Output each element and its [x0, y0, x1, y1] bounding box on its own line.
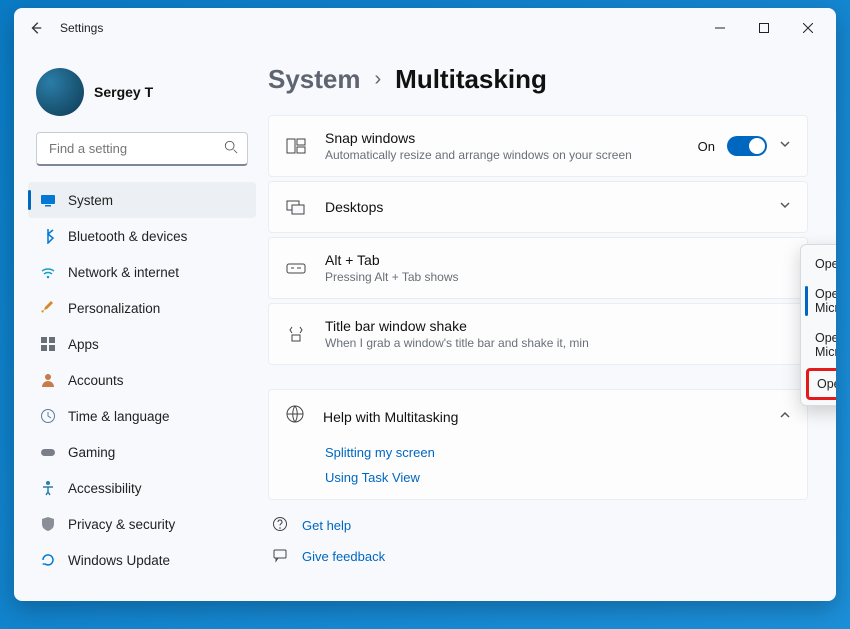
footer-links: Get help Give feedback	[268, 516, 808, 566]
help-link-split[interactable]: Splitting my screen	[325, 445, 791, 460]
row-label: Desktops	[325, 199, 779, 215]
alt-tab-dropdown: Open windows and all tabs in Microsoft E…	[800, 244, 836, 406]
sidebar-item-label: Apps	[68, 337, 99, 352]
window-controls	[698, 12, 830, 44]
row-label: Title bar window shake	[325, 318, 791, 334]
brush-icon	[40, 300, 56, 316]
chevron-down-icon	[779, 137, 791, 155]
sidebar-item-label: Privacy & security	[68, 517, 175, 532]
sidebar-item-label: Gaming	[68, 445, 115, 460]
sidebar-item-label: Windows Update	[68, 553, 170, 568]
nav-list: System Bluetooth & devices Network & int…	[28, 182, 256, 578]
desktops-icon	[285, 196, 307, 218]
accessibility-icon	[40, 480, 56, 496]
sidebar-item-label: Accounts	[68, 373, 124, 388]
sidebar-item-label: Time & language	[68, 409, 170, 424]
sidebar-item-time[interactable]: Time & language	[28, 398, 256, 434]
minimize-icon	[715, 23, 725, 33]
apps-icon	[40, 336, 56, 352]
row-label: Snap windows	[325, 130, 698, 146]
sidebar-item-privacy[interactable]: Privacy & security	[28, 506, 256, 542]
sidebar-item-accounts[interactable]: Accounts	[28, 362, 256, 398]
row-desc: When I grab a window's title bar and sha…	[325, 336, 791, 350]
search-icon	[224, 140, 238, 159]
arrow-left-icon	[29, 21, 43, 35]
sidebar-item-network[interactable]: Network & internet	[28, 254, 256, 290]
breadcrumb-parent[interactable]: System	[268, 64, 361, 95]
shield-icon	[40, 516, 56, 532]
titlebar: Settings	[14, 8, 836, 48]
chevron-right-icon: ›	[375, 68, 382, 91]
update-icon	[40, 552, 56, 568]
sidebar-item-label: Network & internet	[68, 265, 179, 280]
give-feedback-link[interactable]: Give feedback	[268, 547, 808, 566]
help-section: Help with Multitasking Splitting my scre…	[268, 389, 808, 500]
help-icon	[272, 516, 288, 535]
sidebar-item-system[interactable]: System	[28, 182, 256, 218]
window-title: Settings	[60, 21, 103, 35]
chevron-up-icon[interactable]	[779, 408, 791, 426]
system-icon	[40, 192, 56, 208]
row-title-bar-shake[interactable]: Title bar window shake When I grab a win…	[268, 303, 808, 365]
give-feedback-label: Give feedback	[302, 549, 385, 564]
person-icon	[40, 372, 56, 388]
content-area: Sergey T System Bluetooth & devices Netw…	[14, 48, 836, 601]
maximize-button[interactable]	[742, 12, 786, 44]
help-link-taskview[interactable]: Using Task View	[325, 470, 791, 485]
sidebar-item-label: Bluetooth & devices	[68, 229, 187, 244]
sidebar-item-label: Personalization	[68, 301, 160, 316]
row-alt-tab[interactable]: Alt + Tab Pressing Alt + Tab shows	[268, 237, 808, 299]
profile-name: Sergey T	[94, 84, 153, 100]
breadcrumb: System › Multitasking	[268, 64, 808, 95]
help-links: Splitting my screen Using Task View	[285, 445, 791, 485]
search-wrap	[36, 132, 248, 166]
profile-block[interactable]: Sergey T	[28, 58, 256, 132]
close-icon	[803, 23, 813, 33]
settings-window: Settings Sergey T System	[14, 8, 836, 601]
shake-icon	[285, 323, 307, 345]
bluetooth-icon	[40, 228, 56, 244]
alt-tab-icon	[285, 257, 307, 279]
sidebar-item-accessibility[interactable]: Accessibility	[28, 470, 256, 506]
snap-icon	[285, 135, 307, 157]
sidebar-item-label: System	[68, 193, 113, 208]
get-help-label: Get help	[302, 518, 351, 533]
row-snap-windows[interactable]: Snap windows Automatically resize and ar…	[268, 115, 808, 177]
sidebar-item-update[interactable]: Windows Update	[28, 542, 256, 578]
wifi-icon	[40, 264, 56, 280]
sidebar-item-bluetooth[interactable]: Bluetooth & devices	[28, 218, 256, 254]
dropdown-option[interactable]: Open windows and 5 most recent tabs in M…	[801, 279, 836, 323]
breadcrumb-current: Multitasking	[395, 64, 547, 95]
feedback-icon	[272, 547, 288, 566]
sidebar-item-apps[interactable]: Apps	[28, 326, 256, 362]
sidebar-item-personalization[interactable]: Personalization	[28, 290, 256, 326]
dropdown-option[interactable]: Open windows and 3 most recent tabs in M…	[801, 323, 836, 367]
back-button[interactable]	[20, 12, 52, 44]
row-label: Alt + Tab	[325, 252, 791, 268]
snap-toggle[interactable]	[727, 136, 767, 156]
main-panel: System › Multitasking Snap windows Autom…	[260, 48, 836, 601]
sidebar-item-label: Accessibility	[68, 481, 142, 496]
toggle-label: On	[698, 139, 715, 154]
minimize-button[interactable]	[698, 12, 742, 44]
maximize-icon	[759, 23, 769, 33]
help-label: Help with Multitasking	[323, 409, 761, 425]
globe-icon	[285, 404, 305, 429]
sidebar: Sergey T System Bluetooth & devices Netw…	[14, 48, 260, 601]
search-input[interactable]	[36, 132, 248, 166]
avatar	[36, 68, 84, 116]
chevron-down-icon	[779, 198, 791, 216]
row-desktops[interactable]: Desktops	[268, 181, 808, 233]
sidebar-item-gaming[interactable]: Gaming	[28, 434, 256, 470]
row-desc: Automatically resize and arrange windows…	[325, 148, 698, 162]
dropdown-option[interactable]: Open windows and all tabs in Microsoft E…	[801, 249, 836, 279]
close-button[interactable]	[786, 12, 830, 44]
clock-icon	[40, 408, 56, 424]
dropdown-option[interactable]: Open windows only	[807, 369, 836, 399]
gamepad-icon	[40, 444, 56, 460]
get-help-link[interactable]: Get help	[268, 516, 808, 535]
row-desc: Pressing Alt + Tab shows	[325, 270, 791, 284]
